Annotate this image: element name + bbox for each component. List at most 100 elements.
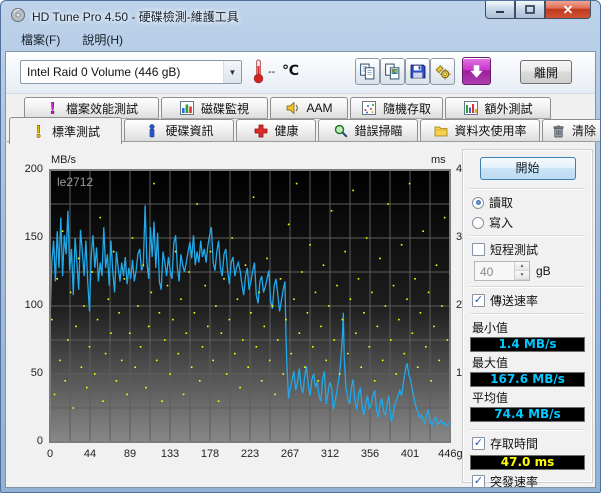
tab-label: 磁碟監視 <box>200 101 249 116</box>
exit-button-label: 離開 <box>533 65 558 80</box>
thermometer-icon <box>253 58 264 87</box>
transfer-rate-row[interactable]: ✓ 傳送速率 <box>472 292 585 309</box>
short-stroke-checkbox[interactable] <box>472 243 485 256</box>
tab-label: AAM <box>306 101 333 115</box>
menubar: 檔案(F) 說明(H) <box>7 29 594 51</box>
min-value: 1.4 MB/s <box>470 337 585 352</box>
access-time-label: 存取時間 <box>490 437 539 451</box>
app-icon <box>10 7 26 23</box>
tab-extra-tests[interactable]: 額外測試 <box>445 97 551 119</box>
tab-erase[interactable]: 清除 <box>542 119 600 142</box>
benchmark-chart: le2712 <box>49 169 451 443</box>
exclamation-purple-icon <box>45 101 60 116</box>
write-radio-row[interactable]: 寫入 <box>472 214 585 231</box>
access-time-row[interactable]: ✓ 存取時間 <box>472 435 585 452</box>
chevron-down-icon[interactable]: ▼ <box>223 61 241 83</box>
tab-row-secondary: 檔案效能測試 磁碟監視 AAM 隨機存取 額外測試 <box>24 97 551 119</box>
tab-label: 隨機存取 <box>382 101 431 116</box>
tab-disk-monitor[interactable]: 磁碟監視 <box>161 97 268 119</box>
access-time-checkbox[interactable]: ✓ <box>472 437 485 450</box>
test-controls-group: 開始 讀取 寫入 短程測試 40 ▲ ▼ gB ✓ 傳送速率 最小值 1.4 M… <box>462 149 593 489</box>
x-tick: 44 <box>83 448 97 460</box>
tabs-area: 檔案效能測試 磁碟監視 AAM 隨機存取 額外測試 標準測試 硬碟資訊 健康 錯… <box>6 94 600 144</box>
magnifier-icon <box>333 123 348 138</box>
read-radio-label: 讀取 <box>489 196 514 210</box>
window-title: HD Tune Pro 4.50 - 硬碟檢測-維護工具 <box>32 10 239 24</box>
transfer-rate-label: 傳送速率 <box>490 294 539 308</box>
y-left-tick: 150 <box>24 231 43 243</box>
exit-button[interactable]: 離開 <box>520 60 572 84</box>
x-tick: 401 <box>400 448 420 460</box>
write-radio[interactable] <box>472 216 484 229</box>
separator <box>470 188 585 190</box>
capacity-unit: gB <box>536 264 551 278</box>
y-left-tick: 50 <box>30 367 43 379</box>
tab-aam[interactable]: AAM <box>270 97 348 119</box>
update-download-button[interactable] <box>462 57 491 85</box>
y-right-axis-unit: ms <box>431 154 446 166</box>
x-tick: 0 <box>46 448 54 460</box>
tab-folder-usage[interactable]: 資料夾使用率 <box>420 119 540 142</box>
copy-button[interactable] <box>355 58 380 85</box>
info-icon <box>144 123 159 138</box>
start-button[interactable]: 開始 <box>479 157 576 180</box>
download-arrow-icon <box>470 64 483 78</box>
maximize-button[interactable] <box>515 1 545 19</box>
x-tick: 223 <box>240 448 260 460</box>
tab-label: 檔案效能測試 <box>65 101 138 116</box>
write-radio-label: 寫入 <box>489 216 514 230</box>
burst-rate-checkbox[interactable]: ✓ <box>472 475 485 488</box>
y-left-tick: 100 <box>24 299 43 311</box>
stepper-buttons[interactable]: ▲ ▼ <box>514 262 529 280</box>
close-button[interactable] <box>545 1 591 19</box>
y-left-tick: 0 <box>36 435 43 447</box>
avg-value: 74.4 MB/s <box>470 407 585 422</box>
close-icon <box>563 5 573 14</box>
drive-select-value: Intel Raid 0 Volume (446 gB) <box>27 65 181 79</box>
max-value: 167.6 MB/s <box>470 372 585 387</box>
temperature-unit: ℃ <box>282 62 299 78</box>
tab-standard-test[interactable]: 標準測試 <box>9 117 122 144</box>
minimize-button[interactable] <box>485 1 515 19</box>
options-button[interactable] <box>430 58 455 85</box>
speaker-icon <box>285 101 300 116</box>
tab-disk-info[interactable]: 硬碟資訊 <box>124 119 234 142</box>
menu-help[interactable]: 說明(H) <box>72 28 133 52</box>
copy-screenshot-button[interactable] <box>380 58 405 85</box>
y-left-axis-unit: MB/s <box>51 154 77 166</box>
save-button[interactable] <box>405 58 430 85</box>
red-cross-icon <box>253 123 268 138</box>
drive-select[interactable]: Intel Raid 0 Volume (446 gB) ▼ <box>20 60 242 84</box>
titlebar[interactable]: HD Tune Pro 4.50 - 硬碟檢測-維護工具 <box>1 1 600 29</box>
trash-icon <box>551 123 566 138</box>
x-tick: 356 <box>360 448 380 460</box>
tab-file-benchmark[interactable]: 檔案效能測試 <box>24 97 159 119</box>
scatter-dots-icon <box>362 101 377 116</box>
save-icon <box>410 64 426 79</box>
max-label: 最大值 <box>472 356 509 370</box>
min-label: 最小值 <box>472 321 509 335</box>
svg-text:le2712: le2712 <box>57 175 93 189</box>
x-tick: 89 <box>123 448 137 460</box>
burst-rate-row[interactable]: ✓ 突發速率 <box>472 473 585 490</box>
app-window: HD Tune Pro 4.50 - 硬碟檢測-維護工具 檔案(F) 說明(H)… <box>0 0 601 493</box>
tab-error-scan[interactable]: 錯誤掃瞄 <box>318 119 418 142</box>
access-time-value: 47.0 ms <box>470 455 585 470</box>
options-icon <box>435 65 451 80</box>
tab-random-access[interactable]: 隨機存取 <box>350 97 443 119</box>
transfer-rate-checkbox[interactable]: ✓ <box>472 294 485 307</box>
copy-icon <box>360 63 375 80</box>
tab-label: 錯誤掃瞄 <box>354 124 403 138</box>
x-tick: 267 <box>280 448 300 460</box>
tab-label: 標準測試 <box>51 124 100 139</box>
short-stroke-row[interactable]: 短程測試 <box>472 241 585 258</box>
menu-file[interactable]: 檔案(F) <box>11 28 70 52</box>
tab-health[interactable]: 健康 <box>236 119 316 142</box>
capacity-stepper[interactable]: 40 ▲ ▼ <box>474 261 530 281</box>
separator <box>470 286 585 288</box>
separator <box>470 235 585 237</box>
read-radio-row[interactable]: 讀取 <box>472 194 585 211</box>
x-tick: 312 <box>320 448 340 460</box>
standard-test-panel: MB/s ms 200 150 100 50 0 40 30 20 10 0 4… <box>7 141 594 489</box>
read-radio[interactable] <box>472 196 484 209</box>
